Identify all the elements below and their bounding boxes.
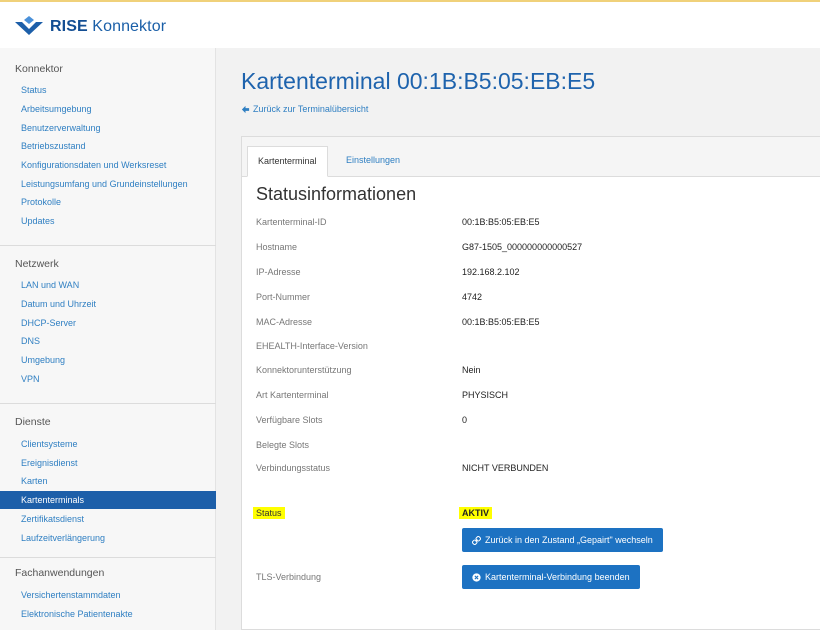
tab-einstellungen[interactable]: Einstellungen [336,146,410,177]
sidebar-item-clientsysteme[interactable]: Clientsysteme [0,435,216,453]
page-title: Kartenterminal 00:1B:B5:05:EB:E5 [241,68,596,94]
pair-state-button[interactable]: Zurück in den Zustand „Gepairt" wechseln [462,528,663,552]
sidebar-divider [0,557,216,558]
sidebar-item-laufzeitverlaengerung[interactable]: Laufzeitverlängerung [0,529,216,547]
back-link[interactable]: Zurück zur Terminalübersicht [241,104,368,114]
sidebar-item-datum-uhrzeit[interactable]: Datum und Uhrzeit [0,295,216,313]
row-label-mac-adresse: MAC-Adresse [256,317,313,327]
app-logo[interactable]: RISE Konnektor [14,14,166,40]
sidebar-divider [0,245,216,246]
sidebar-item-updates[interactable]: Updates [0,212,216,230]
sidebar-section-title-dienste: Dienste [15,416,51,428]
row-value-art-kartenterminal: PHYSISCH [462,390,509,400]
sidebar-item-umgebung[interactable]: Umgebung [0,351,216,369]
row-value-verfuegbare-slots: 0 [462,415,468,425]
rise-logo-icon [15,16,43,35]
sidebar-item-zertifikatsdienst[interactable]: Zertifikatsdienst [0,510,216,528]
row-value-verbindungsstatus: NICHT VERBUNDEN [462,463,549,473]
end-connection-button-label: Kartenterminal-Verbindung beenden [485,572,630,582]
row-value-status: AKTIV [459,507,492,519]
sidebar-item-kartenterminals[interactable]: Kartenterminals [0,491,216,509]
brand-name: RISE Konnektor [50,18,166,36]
sidebar-item-versichertenstammdaten[interactable]: Versichertenstammdaten [0,586,216,604]
app-header: RISE Konnektor [0,0,820,48]
brand-name-bold: RISE [50,18,88,35]
row-label-art-kartenterminal: Art Kartenterminal [256,390,329,400]
row-label-belegte-slots: Belegte Slots [256,440,310,450]
back-link-label: Zurück zur Terminalübersicht [253,104,369,114]
link-icon [472,535,481,545]
row-label-hostname: Hostname [256,242,298,252]
sidebar-item-benutzerverwaltung[interactable]: Benutzerverwaltung [0,119,216,137]
sidebar-item-protokolle[interactable]: Protokolle [0,193,216,211]
sidebar-item-elektronische-patientenakte[interactable]: Elektronische Patientenakte [0,605,216,623]
row-label-verfuegbare-slots: Verfügbare Slots [256,415,323,425]
row-value-ip-adresse: 192.168.2.102 [462,267,520,277]
sidebar-item-dhcp-server[interactable]: DHCP-Server [0,314,216,332]
tab-bar: Kartenterminal Einstellungen [242,137,820,177]
status-label-highlight: Status [253,507,285,519]
row-label-status: Status [253,507,285,519]
sidebar-item-dns[interactable]: DNS [0,332,216,350]
row-value-konnektorunterstuetzung: Nein [462,365,481,375]
row-label-tls-verbindung: TLS-Verbindung [256,572,322,582]
row-label-kartenterminal-id: Kartenterminal-ID [256,217,327,227]
row-value-port-nummer: 4742 [462,292,483,302]
sidebar-item-betriebszustand[interactable]: Betriebszustand [0,137,216,155]
sidebar-item-karten[interactable]: Karten [0,472,216,490]
sidebar-item-vpn[interactable]: VPN [0,370,216,388]
sidebar-item-lan-wan[interactable]: LAN und WAN [0,276,216,294]
x-circle-icon [472,572,481,582]
tab-kartenterminal[interactable]: Kartenterminal [247,146,328,177]
row-label-port-nummer: Port-Nummer [256,292,311,302]
row-value-hostname: G87-1505_000000000000527 [462,242,583,252]
row-value-kartenterminal-id: 00:1B:B5:05:EB:E5 [462,217,540,227]
main-content: Kartenterminal 00:1B:B5:05:EB:E5 Zurück … [216,48,820,630]
sidebar-item-status[interactable]: Status [0,81,216,99]
row-label-konnektorunterstuetzung: Konnektorunterstützung [256,365,352,375]
sidebar: Konnektor Status Arbeitsumgebung Benutze… [0,48,216,630]
row-label-ip-adresse: IP-Adresse [256,267,301,277]
arrow-left-icon [241,105,250,113]
end-connection-button[interactable]: Kartenterminal-Verbindung beenden [462,565,640,589]
section-title: Statusinformationen [256,184,417,204]
row-label-verbindungsstatus: Verbindungsstatus [256,463,331,473]
brand-name-rest: Konnektor [87,18,167,35]
sidebar-item-ereignisdienst[interactable]: Ereignisdienst [0,454,216,472]
sidebar-item-arbeitsumgebung[interactable]: Arbeitsumgebung [0,100,216,118]
row-label-ehealth-interface-version: EHEALTH-Interface-Version [256,341,368,351]
sidebar-item-leistungsumfang[interactable]: Leistungsumfang und Grundeinstellungen [0,175,216,193]
sidebar-section-title-netzwerk: Netzwerk [15,258,59,270]
sidebar-section-title-fachanwendungen: Fachanwendungen [15,567,105,579]
sidebar-section-title-konnektor: Konnektor [15,63,63,75]
sidebar-divider [0,403,216,404]
sidebar-item-konfigurationsdaten[interactable]: Konfigurationsdaten und Werksreset [0,156,216,174]
terminal-panel: Kartenterminal Einstellungen Statusinfor… [241,136,820,630]
row-value-mac-adresse: 00:1B:B5:05:EB:E5 [462,317,540,327]
pair-state-button-label: Zurück in den Zustand „Gepairt" wechseln [485,535,653,545]
status-badge: AKTIV [459,507,492,519]
